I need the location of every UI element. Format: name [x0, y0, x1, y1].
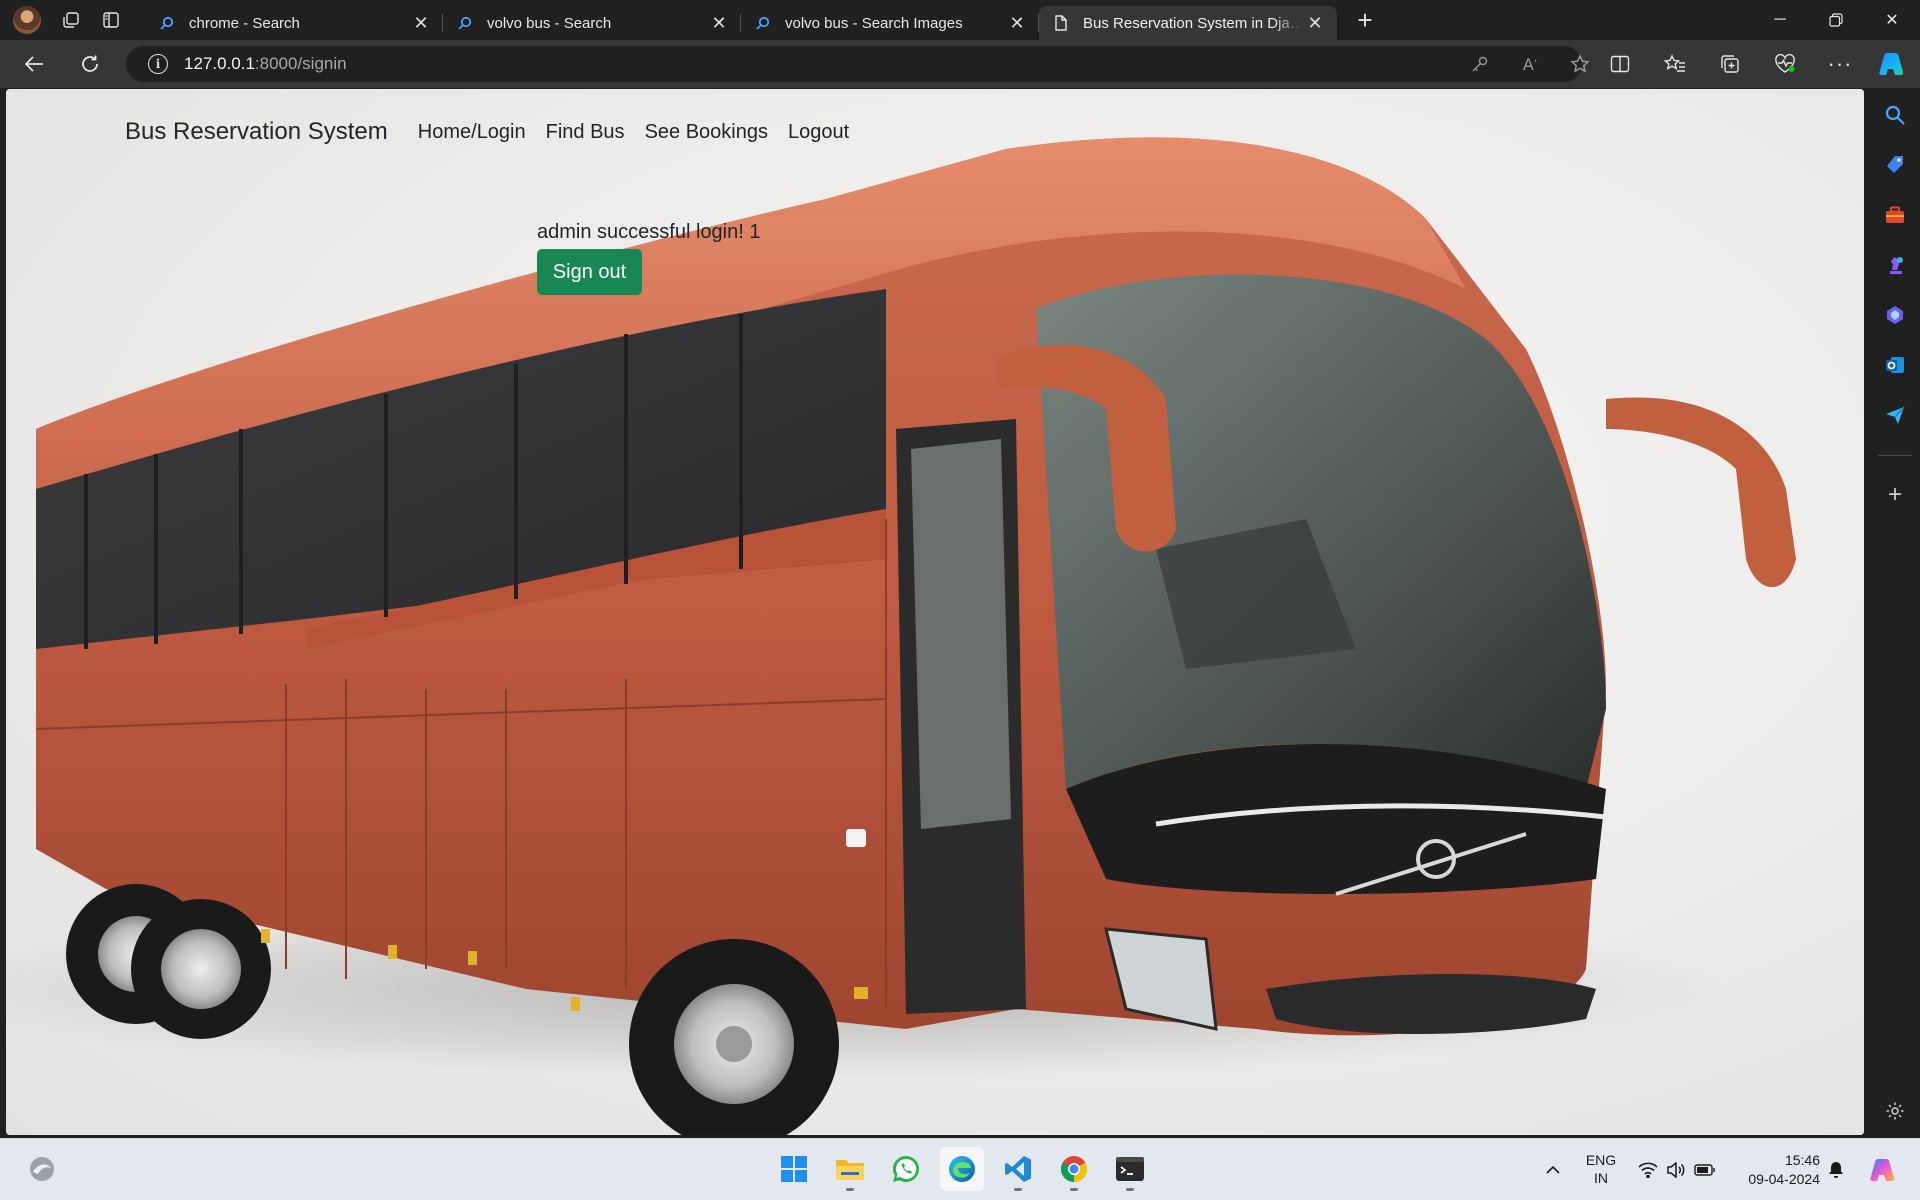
widgets-icon[interactable]: [20, 1147, 64, 1191]
settings-icon[interactable]: [1881, 1097, 1909, 1125]
battery-icon[interactable]: [1694, 1159, 1716, 1181]
tab-title: Bus Reservation System in Django: [1083, 14, 1305, 32]
site-navbar: Bus Reservation System Home/Login Find B…: [125, 107, 869, 157]
site-brand[interactable]: Bus Reservation System: [125, 118, 388, 146]
minimize-icon[interactable]: ─: [1752, 0, 1808, 40]
nav-find-bus[interactable]: Find Bus: [546, 121, 625, 144]
input-language[interactable]: ENG IN: [1583, 1151, 1619, 1187]
region-code: IN: [1594, 1170, 1608, 1186]
windows-start-icon[interactable]: [772, 1147, 816, 1191]
clock-date: 09-04-2024: [1748, 1171, 1820, 1187]
edge-sidebar: +: [1870, 89, 1920, 1135]
volume-icon[interactable]: [1665, 1159, 1687, 1181]
login-success-message: admin successful login! 1: [537, 221, 761, 243]
close-icon[interactable]: ✕: [1007, 13, 1027, 33]
collections-icon[interactable]: [1710, 44, 1750, 84]
close-icon[interactable]: ✕: [411, 13, 431, 33]
workspaces-icon[interactable]: [51, 0, 91, 40]
tab-volvo-bus-search[interactable]: volvo bus - Search ✕: [442, 6, 741, 40]
file-explorer-icon[interactable]: [828, 1147, 872, 1191]
key-icon[interactable]: [1462, 46, 1498, 82]
read-aloud-icon[interactable]: Aʼ: [1512, 46, 1548, 82]
favorite-star-icon[interactable]: [1562, 46, 1598, 82]
page-viewport: Bus Reservation System Home/Login Find B…: [6, 89, 1864, 1135]
search-icon: [755, 15, 771, 31]
close-icon[interactable]: ✕: [1305, 13, 1325, 33]
vertical-tabs-icon[interactable]: [91, 0, 131, 40]
sidebar-divider: [1878, 455, 1912, 456]
tab-title: chrome - Search: [189, 14, 300, 32]
copilot-taskbar-icon[interactable]: [1868, 1155, 1898, 1185]
send-icon[interactable]: [1881, 401, 1909, 429]
new-tab-button[interactable]: +: [1347, 2, 1383, 38]
close-window-icon[interactable]: ✕: [1864, 0, 1920, 40]
nav-see-bookings[interactable]: See Bookings: [645, 121, 768, 144]
language-code: ENG: [1585, 1152, 1617, 1168]
nav-logout[interactable]: Logout: [788, 121, 849, 144]
more-menu-icon[interactable]: ···: [1820, 44, 1860, 84]
toolbox-icon[interactable]: [1881, 201, 1909, 229]
chess-icon[interactable]: [1881, 251, 1909, 279]
volvo-bus-illustration: [6, 137, 1796, 1135]
split-screen-icon[interactable]: [1600, 44, 1640, 84]
tab-strip: chrome - Search ✕ volvo bus - Search ✕ v…: [0, 0, 1920, 40]
profile-avatar[interactable]: [13, 6, 41, 34]
windows-taskbar: ENG IN 15:46 09-04-2024: [0, 1138, 1920, 1200]
nav-home-login[interactable]: Home/Login: [418, 121, 526, 144]
tag-icon[interactable]: [1881, 151, 1909, 179]
close-icon[interactable]: ✕: [709, 13, 729, 33]
tab-title: volvo bus - Search Images: [785, 14, 963, 32]
page-icon: [1053, 15, 1069, 31]
browser-essentials-icon[interactable]: [1765, 44, 1805, 84]
notification-bell-icon[interactable]: [1825, 1159, 1847, 1181]
address-bar[interactable]: i 127.0.0.1:8000/signin Aʼ: [126, 46, 1590, 82]
back-button[interactable]: [14, 44, 54, 84]
bus-hero-image: [6, 89, 1864, 1135]
add-icon[interactable]: +: [1881, 481, 1909, 509]
restore-icon[interactable]: [1808, 0, 1864, 40]
system-clock[interactable]: 15:46 09-04-2024: [1730, 1151, 1820, 1189]
refresh-button[interactable]: [70, 44, 110, 84]
wifi-icon[interactable]: [1637, 1159, 1659, 1181]
search-icon[interactable]: [1881, 101, 1909, 129]
clock-time: 15:46: [1784, 1152, 1820, 1168]
sign-out-button[interactable]: Sign out: [537, 249, 642, 295]
browser-toolbar: i 127.0.0.1:8000/signin Aʼ ···: [0, 40, 1920, 88]
favorites-icon[interactable]: [1655, 44, 1695, 84]
edge-icon[interactable]: [940, 1147, 984, 1191]
tab-bus-reservation[interactable]: Bus Reservation System in Django ✕: [1038, 6, 1337, 40]
window-controls: ─ ✕: [1752, 0, 1920, 40]
site-info-icon[interactable]: i: [148, 54, 168, 74]
outlook-icon[interactable]: [1881, 351, 1909, 379]
copilot-designer-icon[interactable]: [1881, 301, 1909, 329]
whatsapp-icon[interactable]: [884, 1147, 928, 1191]
tab-chrome-search[interactable]: chrome - Search ✕: [145, 6, 443, 40]
copilot-icon[interactable]: [1872, 44, 1912, 84]
tab-title: volvo bus - Search: [487, 14, 612, 32]
search-icon: [457, 15, 473, 31]
chrome-icon[interactable]: [1052, 1147, 1096, 1191]
vscode-icon[interactable]: [996, 1147, 1040, 1191]
search-icon: [159, 15, 175, 31]
terminal-icon[interactable]: [1108, 1147, 1152, 1191]
chevron-up-icon[interactable]: [1542, 1159, 1564, 1181]
tab-volvo-bus-images[interactable]: volvo bus - Search Images ✕: [740, 6, 1039, 40]
url-host: 127.0.0.1: [184, 54, 255, 73]
url-path: :8000/signin: [254, 54, 347, 73]
